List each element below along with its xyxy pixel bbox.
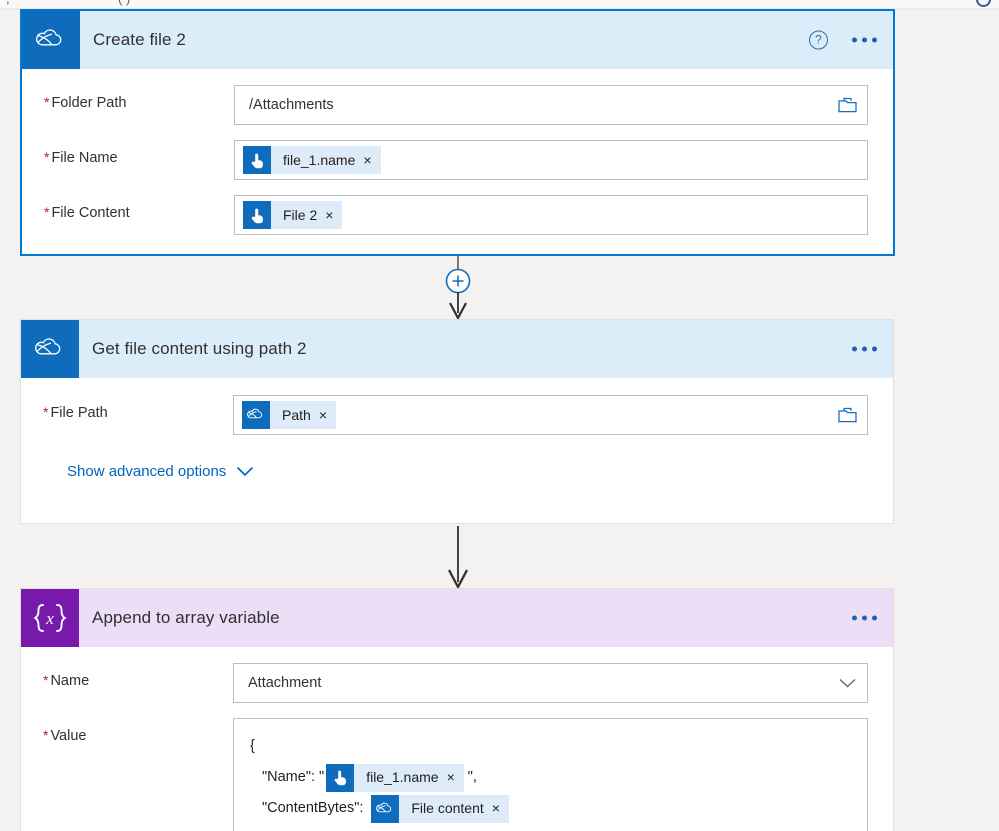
card-body: * File Path Path × Show advanced options: [21, 395, 893, 481]
manual-trigger-icon: [243, 201, 271, 229]
flow-designer-canvas: , ( ) Create file 2 ?: [0, 0, 999, 831]
action-card-get-file-content-using-path-2[interactable]: Get file content using path 2 * File Path: [20, 319, 894, 524]
field-control-file-content: File 2 ×: [234, 195, 868, 235]
field-control-file-path: Path ×: [233, 395, 868, 435]
field-row-value: * Value { "Name": " file_1.name × ", "Co…: [21, 718, 893, 831]
card-header[interactable]: Create file 2 ?: [22, 11, 893, 69]
action-card-create-file-2[interactable]: Create file 2 ? * Folder Path /Attachment…: [20, 9, 895, 256]
folder-picker-icon[interactable]: [838, 97, 857, 114]
field-control-value: { "Name": " file_1.name × ", "ContentByt…: [233, 718, 868, 831]
card-body: * Folder Path /Attachments * File Name f…: [22, 85, 893, 235]
card-body: * Name Attachment * Value {"Name": " fi…: [21, 663, 893, 831]
manual-trigger-icon: [243, 146, 271, 174]
toolbar-ghost-text-right: ( ): [118, 0, 130, 6]
onedrive-icon: [371, 794, 400, 823]
field-control-name: Attachment: [233, 663, 868, 703]
card-menu-button[interactable]: [850, 343, 879, 356]
file-content-input[interactable]: File 2 ×: [234, 195, 868, 235]
token-label: file_1.name: [366, 769, 439, 786]
json-line: "Name": " file_1.name × ",: [250, 762, 857, 793]
dynamic-content-token[interactable]: File 2 ×: [243, 201, 343, 229]
json-line: {: [250, 731, 857, 762]
svg-text:x: x: [45, 609, 54, 628]
json-text: "ContentBytes":: [262, 799, 364, 816]
required-marker: *: [44, 149, 50, 165]
token-label: file_1.name: [283, 152, 356, 168]
onedrive-icon: [22, 11, 80, 69]
field-row-folder-path: * Folder Path /Attachments: [22, 85, 893, 125]
show-advanced-options-link[interactable]: Show advanced options: [67, 463, 254, 480]
token-remove-icon[interactable]: ×: [315, 407, 336, 423]
dynamic-content-token[interactable]: File content ×: [371, 794, 509, 823]
card-menu-button[interactable]: [850, 34, 879, 47]
card-title: Get file content using path 2: [92, 339, 307, 358]
token-label: File content: [411, 800, 484, 817]
card-title: Create file 2: [93, 30, 186, 49]
variable-name-value: Attachment: [248, 675, 322, 691]
field-row-file-path: * File Path Path ×: [21, 395, 893, 435]
card-menu-button[interactable]: [850, 612, 879, 625]
action-card-append-to-array-variable[interactable]: x Append to array variable * Name Attachm…: [20, 588, 894, 831]
json-line: "ContentBytes": File content ×: [250, 793, 857, 824]
file-name-input[interactable]: file_1.name ×: [234, 140, 868, 180]
variable-value-editor[interactable]: { "Name": " file_1.name × ", "ContentByt…: [233, 718, 868, 831]
required-marker: *: [43, 727, 49, 743]
json-text: "Name": ": [262, 768, 325, 785]
token-remove-icon[interactable]: ×: [359, 152, 380, 168]
token-remove-icon[interactable]: ×: [488, 801, 509, 816]
field-control-folder-path: /Attachments: [234, 85, 868, 125]
token-remove-icon[interactable]: ×: [443, 770, 464, 785]
chevron-down-icon: [236, 466, 254, 477]
card-header-actions: [850, 343, 879, 356]
card-header[interactable]: x Append to array variable: [21, 589, 893, 647]
required-marker: *: [44, 204, 50, 220]
folder-picker-icon[interactable]: [838, 407, 857, 424]
field-label-folder-path: * Folder Path: [44, 94, 127, 111]
help-icon[interactable]: ?: [809, 30, 828, 50]
field-label-file-path: * File Path: [43, 404, 108, 421]
variable-icon: x: [21, 589, 79, 647]
token-label: File 2: [283, 207, 318, 223]
token-label: Path: [282, 407, 311, 423]
field-label-file-content: * File Content: [44, 204, 130, 221]
add-step-button[interactable]: [445, 268, 471, 294]
chevron-down-icon[interactable]: [838, 678, 857, 689]
field-control-file-name: file_1.name ×: [234, 140, 868, 180]
folder-path-value: /Attachments: [249, 97, 334, 113]
card-header[interactable]: Get file content using path 2: [21, 320, 893, 378]
required-marker: *: [43, 672, 49, 688]
onedrive-icon: [242, 401, 270, 429]
manual-trigger-icon: [326, 763, 355, 792]
advanced-options-row: Show advanced options: [21, 463, 893, 481]
show-advanced-options-label: Show advanced options: [67, 463, 227, 480]
folder-path-input[interactable]: /Attachments: [234, 85, 868, 125]
field-label-value: * Value: [43, 727, 87, 744]
json-text: {: [250, 737, 255, 754]
dynamic-content-token[interactable]: file_1.name ×: [326, 763, 464, 792]
card-header-actions: [850, 612, 879, 625]
toolbar-circle-icon[interactable]: [976, 0, 991, 7]
required-marker: *: [43, 404, 49, 420]
json-text: ",: [467, 768, 477, 785]
card-title: Append to array variable: [92, 608, 280, 627]
field-row-file-content: * File Content File 2 ×: [22, 195, 893, 235]
onedrive-icon: [21, 320, 79, 378]
dynamic-content-token[interactable]: file_1.name ×: [243, 146, 381, 174]
field-row-file-name: * File Name file_1.name ×: [22, 140, 893, 180]
file-path-input[interactable]: Path ×: [233, 395, 868, 435]
toolbar-strip: , ( ): [0, 0, 999, 9]
toolbar-ghost-text-left: ,: [6, 0, 10, 6]
field-label-file-name: * File Name: [44, 149, 118, 166]
variable-name-dropdown[interactable]: Attachment: [233, 663, 868, 703]
dynamic-content-token[interactable]: Path ×: [242, 401, 336, 429]
field-row-name: * Name Attachment: [21, 663, 893, 703]
field-label-name: * Name: [43, 672, 90, 689]
token-remove-icon[interactable]: ×: [321, 207, 342, 223]
required-marker: *: [44, 94, 50, 110]
card-header-actions: ?: [809, 30, 879, 50]
